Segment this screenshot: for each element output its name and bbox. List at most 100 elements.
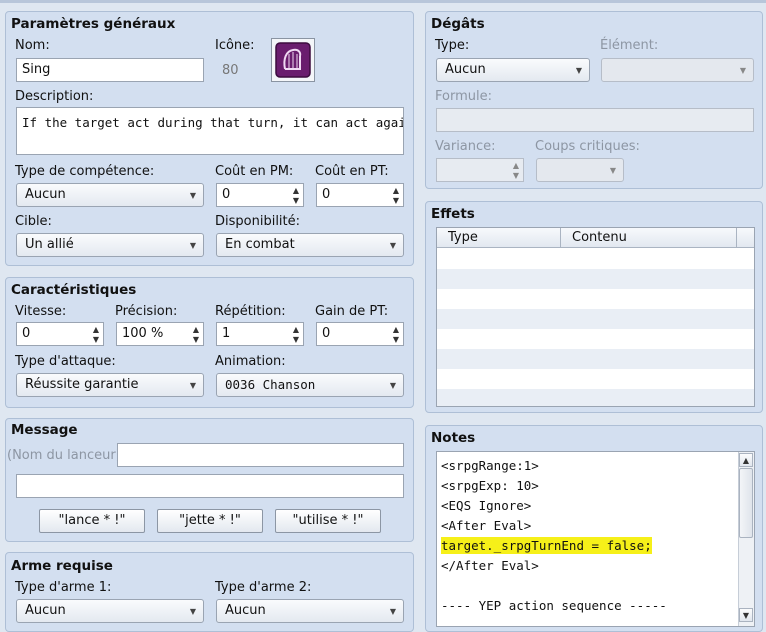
message-line2-field[interactable] — [16, 474, 404, 498]
weapon-type1-select[interactable]: Aucun ▼ — [16, 599, 204, 623]
critical-label: Coups critiques: — [535, 139, 640, 154]
chevron-down-icon: ▼ — [189, 607, 196, 616]
damage-type-select[interactable]: Aucun ▼ — [436, 58, 590, 82]
note-line-highlighted: target._srpgTurnEnd = false; — [441, 537, 652, 554]
scope-select[interactable]: Un allié ▼ — [16, 233, 204, 257]
chevron-down-icon: ▼ — [189, 191, 196, 200]
window-top-edge — [0, 0, 766, 3]
chevron-down-icon: ▼ — [389, 607, 396, 616]
table-row[interactable] — [437, 249, 754, 269]
hit-type-select[interactable]: Réussite garantie ▼ — [16, 373, 204, 397]
spin-down-icon[interactable]: ▼ — [193, 335, 199, 344]
weapon-type1-label: Type d'arme 1: — [15, 580, 112, 595]
table-row[interactable] — [437, 269, 754, 289]
throw-template-button[interactable]: "jette * !" — [157, 509, 263, 533]
effects-col-type-header[interactable]: Type — [448, 230, 478, 245]
tp-gain-label: Gain de PT: — [315, 304, 389, 319]
name-label: Nom: — [15, 38, 50, 53]
occasion-select[interactable]: En combat ▼ — [216, 233, 404, 257]
spin-up-icon[interactable]: ▲ — [393, 325, 399, 334]
spin-down-icon[interactable]: ▼ — [293, 335, 299, 344]
success-label: Précision: — [115, 304, 178, 319]
spin-down-icon[interactable]: ▼ — [293, 196, 299, 205]
animation-value: 0036 Chanson — [225, 377, 316, 392]
description-label: Description: — [15, 89, 94, 104]
speed-value: 0 — [22, 326, 31, 341]
panel-title-damage: Dégâts — [431, 16, 485, 32]
animation-select[interactable]: 0036 Chanson ▼ — [216, 373, 404, 397]
note-line: ---- YEP action sequence ----- — [441, 598, 667, 613]
spin-down-icon[interactable]: ▼ — [393, 196, 399, 205]
scroll-up-icon[interactable]: ▲ — [739, 453, 753, 467]
spin-down-icon[interactable]: ▼ — [393, 335, 399, 344]
effects-col-content-header[interactable]: Contenu — [572, 230, 627, 245]
tp-cost-stepper[interactable]: 0 ▲ ▼ — [316, 183, 404, 207]
weapon-type2-label: Type d'arme 2: — [215, 580, 312, 595]
harp-icon[interactable] — [271, 38, 315, 82]
mp-cost-label: Coût en PM: — [215, 164, 294, 179]
hit-type-value: Réussite garantie — [25, 377, 139, 392]
note-line: <srpgExp: 10> — [441, 478, 539, 493]
repeat-value: 1 — [222, 326, 231, 341]
table-row[interactable] — [437, 329, 754, 349]
variance-label: Variance: — [435, 139, 496, 154]
panel-title-weapon: Arme requise — [11, 558, 113, 574]
damage-type-value: Aucun — [445, 62, 486, 77]
spin-up-icon[interactable]: ▲ — [93, 325, 99, 334]
scroll-thumb[interactable] — [739, 468, 753, 538]
scope-value: Un allié — [25, 237, 74, 252]
chevron-down-icon: ▼ — [389, 381, 396, 390]
chevron-down-icon: ▼ — [389, 241, 396, 250]
chevron-down-icon: ▼ — [739, 66, 746, 75]
spin-up-icon[interactable]: ▲ — [513, 161, 519, 170]
weapon-type2-value: Aucun — [225, 603, 266, 618]
chevron-down-icon: ▼ — [575, 66, 582, 75]
spin-up-icon[interactable]: ▲ — [193, 325, 199, 334]
tp-gain-stepper[interactable]: 0 ▲ ▼ — [316, 322, 404, 346]
note-line: </After Eval> — [441, 558, 539, 573]
repeat-stepper[interactable]: 1 ▲ ▼ — [216, 322, 304, 346]
occasion-value: En combat — [225, 237, 295, 252]
success-stepper[interactable]: 100 % ▲ ▼ — [116, 322, 204, 346]
cast-template-button[interactable]: "lance * !" — [39, 509, 145, 533]
tp-cost-label: Coût en PT: — [315, 164, 389, 179]
header-divider — [560, 228, 561, 248]
weapon-type1-value: Aucun — [25, 603, 66, 618]
name-field[interactable]: Sing — [16, 58, 204, 82]
note-line: <srpgRange:1> — [441, 458, 539, 473]
skill-type-label: Type de compétence: — [15, 164, 155, 179]
formula-field[interactable] — [436, 108, 754, 132]
formula-label: Formule: — [435, 89, 492, 104]
spin-down-icon[interactable]: ▼ — [93, 335, 99, 344]
damage-type-label: Type: — [435, 38, 470, 53]
panel-title-general: Paramètres généraux — [11, 16, 176, 32]
table-row[interactable] — [437, 349, 754, 369]
spin-up-icon[interactable]: ▲ — [293, 325, 299, 334]
scroll-down-icon[interactable]: ▼ — [739, 608, 753, 622]
tp-cost-value: 0 — [322, 187, 331, 202]
message-line1-field[interactable] — [117, 443, 404, 467]
table-row[interactable] — [437, 389, 754, 406]
weapon-type2-select[interactable]: Aucun ▼ — [216, 599, 404, 623]
critical-select[interactable]: ▼ — [536, 158, 624, 182]
panel-title-invocation: Caractéristiques — [11, 282, 137, 298]
table-row[interactable] — [437, 369, 754, 389]
spin-up-icon[interactable]: ▲ — [393, 186, 399, 195]
repeat-label: Répétition: — [215, 304, 286, 319]
hit-type-label: Type d'attaque: — [15, 354, 116, 369]
table-row[interactable] — [437, 309, 754, 329]
table-row[interactable] — [437, 289, 754, 309]
mp-cost-stepper[interactable]: 0 ▲ ▼ — [216, 183, 304, 207]
spin-up-icon[interactable]: ▲ — [293, 186, 299, 195]
speed-stepper[interactable]: 0 ▲ ▼ — [16, 322, 104, 346]
element-select[interactable]: ▼ — [601, 58, 754, 82]
animation-label: Animation: — [215, 354, 286, 369]
spin-down-icon[interactable]: ▼ — [513, 171, 519, 180]
description-field[interactable]: If the target act during that turn, it c… — [16, 107, 404, 155]
variance-stepper[interactable]: ▲ ▼ — [436, 158, 524, 182]
use-template-button[interactable]: "utilise * !" — [275, 509, 381, 533]
skill-type-value: Aucun — [25, 187, 66, 202]
tp-gain-value: 0 — [322, 326, 331, 341]
skill-type-select[interactable]: Aucun ▼ — [16, 183, 204, 207]
chevron-down-icon: ▼ — [609, 166, 616, 175]
